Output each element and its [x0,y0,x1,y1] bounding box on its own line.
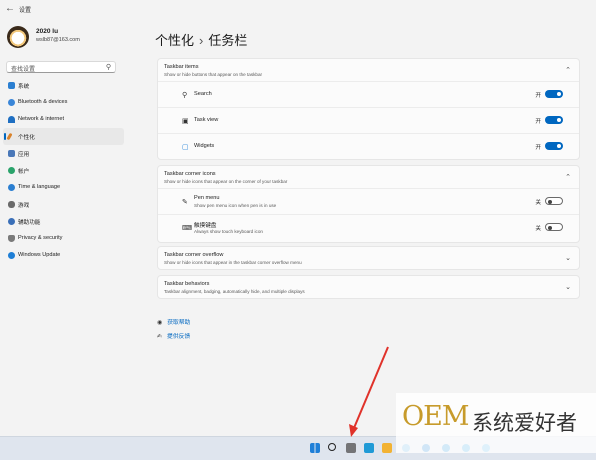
watermark-latin: OEM [402,401,469,432]
annotation-arrow [349,346,389,437]
watermark-chinese: 系统爱好者 [472,411,577,435]
watermark: OEM 系统爱好者 [396,393,596,453]
